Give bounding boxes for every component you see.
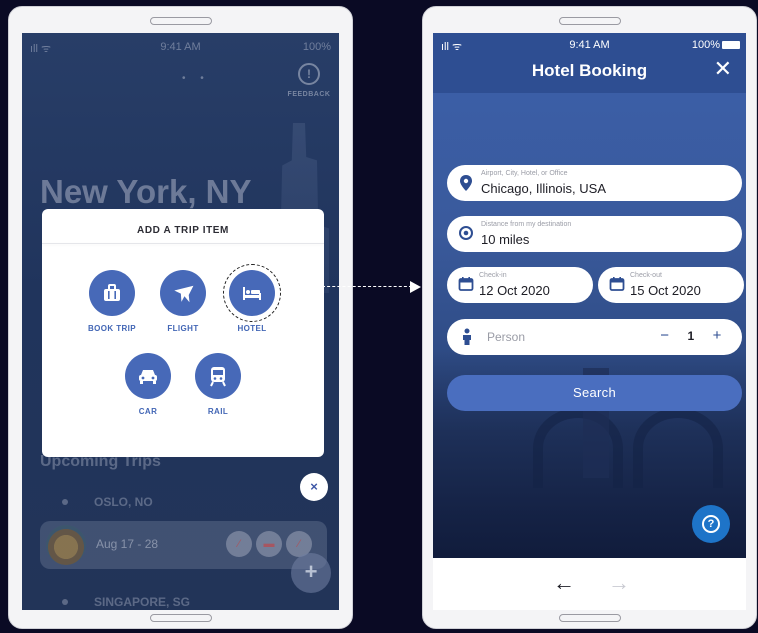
search-button[interactable]: Search — [447, 375, 742, 411]
option-circle — [125, 353, 171, 399]
arrow-right-icon — [410, 281, 421, 293]
distance-value: 10 miles — [481, 232, 530, 247]
page-title: Hotel Booking — [531, 61, 648, 80]
location-value: Chicago, Illinois, USA — [481, 181, 606, 196]
distance-field[interactable]: Distance from my destination 10 miles — [447, 216, 742, 252]
car-icon — [139, 370, 157, 384]
option-circle — [223, 264, 281, 322]
feedback-icon: ! — [298, 63, 320, 85]
status-bar: ıll ᯤ 9:41 AM 100% — [22, 41, 339, 55]
car-option[interactable]: CAR — [116, 353, 180, 416]
check-in-field[interactable]: Check-in 12 Oct 2020 — [447, 267, 593, 303]
check-out-value: 15 Oct 2020 — [630, 283, 701, 298]
trip-screen: ıll ᯤ 9:41 AM 100% • • ! FEEDBACK New Yo… — [22, 33, 339, 610]
help-icon: ? — [702, 514, 720, 533]
hotel-option[interactable]: HOTEL — [220, 264, 284, 333]
trip-place: SINGAPORE, SG — [94, 595, 191, 609]
option-label: BOOK TRIP — [87, 324, 137, 333]
location-placeholder: Airport, City, Hotel, or Office — [481, 170, 568, 177]
battery-level: 100% — [691, 39, 720, 51]
timeline-dot — [62, 599, 68, 605]
flight-option[interactable]: FLIGHT — [151, 270, 215, 333]
check-in-label: Check-in — [479, 272, 507, 279]
feedback-label: FEEDBACK — [287, 91, 331, 98]
bed-icon — [243, 287, 261, 300]
trip-card[interactable]: Aug 17 - 28 ⁄ ▬ ⁄ — [40, 521, 327, 569]
battery-icon — [722, 41, 740, 50]
option-label: CAR — [138, 407, 158, 416]
check-out-label: Check-out — [630, 272, 662, 279]
calendar-icon — [458, 277, 474, 291]
home-indicator — [558, 614, 621, 622]
feedback-button[interactable]: ! FEEDBACK — [287, 63, 331, 98]
person-icon — [463, 328, 471, 345]
option-label: FLIGHT — [167, 324, 199, 333]
modal-title: ADD A TRIP ITEM — [137, 225, 229, 236]
trip-dates: Aug 17 - 28 — [96, 537, 159, 551]
back-arrow-icon[interactable]: ← — [553, 570, 575, 596]
timeline-dot — [62, 499, 68, 505]
city-title: New York, NY — [40, 173, 252, 210]
signal-icon: ıll ᯤ — [30, 43, 52, 55]
increment-button[interactable]: + — [706, 327, 728, 344]
close-modal-button[interactable]: × — [300, 473, 328, 501]
check-in-value: 12 Oct 2020 — [479, 283, 550, 298]
rail-option[interactable]: RAIL — [186, 353, 250, 416]
right-phone-frame: ıll ᯤ 9:41 AM 100% Hotel Booking ✕ Airpo… — [422, 6, 757, 629]
bridge-arch — [533, 408, 623, 488]
airplane-icon — [174, 285, 194, 303]
battery-level: 100% — [302, 41, 331, 53]
trip-place: OSLO, NO — [94, 495, 153, 509]
person-count: 1 — [687, 329, 695, 343]
add-trip-item-button[interactable]: + — [291, 553, 331, 593]
person-field: Person − 1 + — [447, 319, 742, 355]
option-circle — [160, 270, 206, 316]
calendar-icon — [609, 277, 625, 291]
help-button[interactable]: ? — [692, 505, 730, 543]
left-phone-frame: ıll ᯤ 9:41 AM 100% • • ! FEEDBACK New Yo… — [8, 6, 353, 629]
train-icon — [210, 367, 226, 387]
briefcase-icon — [104, 284, 120, 301]
person-label: Person — [487, 330, 526, 344]
option-circle — [195, 353, 241, 399]
modal-divider — [42, 243, 324, 244]
flight-badge-icon: ⁄ — [226, 531, 252, 557]
bridge-arch — [633, 408, 723, 488]
trip-thumbnail — [46, 525, 86, 565]
location-field[interactable]: Airport, City, Hotel, or Office Chicago,… — [447, 165, 742, 201]
option-label: RAIL — [207, 407, 229, 416]
page-dots: • • — [182, 73, 210, 84]
decrement-button[interactable]: − — [654, 327, 676, 344]
speaker-grille — [558, 17, 621, 25]
home-indicator — [149, 614, 212, 622]
hotel-booking-screen: ıll ᯤ 9:41 AM 100% Hotel Booking ✕ Airpo… — [433, 33, 746, 610]
distance-placeholder: Distance from my destination — [481, 221, 572, 228]
book-trip-option[interactable]: BOOK TRIP — [80, 270, 144, 333]
bottom-nav: ← → — [433, 558, 746, 610]
signal-icon: ıll ᯤ — [441, 41, 463, 53]
header-bar: ıll ᯤ 9:41 AM 100% Hotel Booking ✕ — [433, 33, 746, 93]
option-label: HOTEL — [237, 324, 267, 333]
option-circle — [89, 270, 135, 316]
hotel-badge-icon: ▬ — [256, 531, 282, 557]
target-icon — [459, 226, 473, 240]
check-out-field[interactable]: Check-out 15 Oct 2020 — [598, 267, 744, 303]
person-stepper: − 1 + — [654, 327, 728, 344]
status-time: 9:41 AM — [160, 41, 201, 53]
flow-arrow-line — [322, 286, 412, 287]
speaker-grille — [149, 17, 212, 25]
forward-arrow-icon[interactable]: → — [608, 570, 630, 596]
location-pin-icon — [460, 175, 472, 191]
close-button[interactable]: ✕ — [714, 58, 732, 80]
status-time: 9:41 AM — [569, 39, 610, 51]
add-trip-item-modal: ADD A TRIP ITEM BOOK TRIP FLIGHT HOTEL C… — [42, 209, 324, 457]
battery-indicator: 100% — [692, 39, 740, 51]
